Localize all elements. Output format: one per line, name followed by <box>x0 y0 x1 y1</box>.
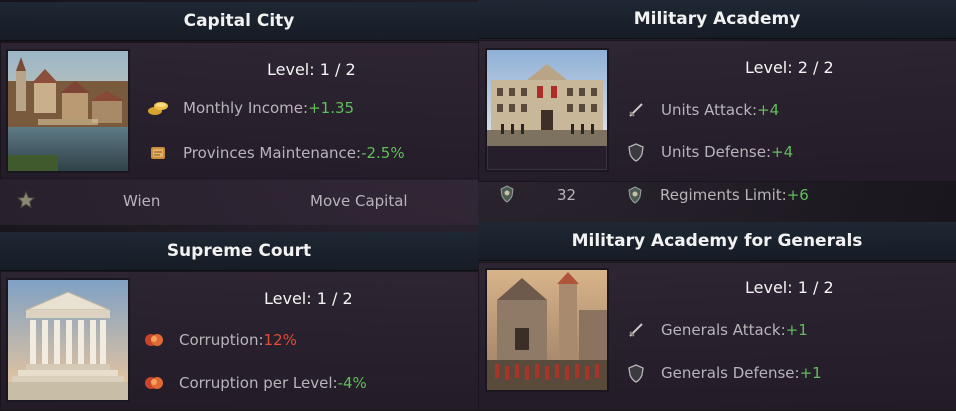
shield-icon <box>623 362 649 384</box>
capital-picture <box>6 49 130 173</box>
stat-value: +1 <box>785 321 808 339</box>
stat-label: Units Defense: <box>661 143 772 161</box>
capital-title: Capital City <box>183 11 295 31</box>
generals-title-bar: Military Academy for Generals <box>478 222 956 261</box>
academy-count: 32 <box>557 186 577 204</box>
stat-label: Monthly Income: <box>183 99 309 117</box>
generals-level: Level: 1 / 2 <box>745 278 834 297</box>
court-stat-corruption-per-level: Corruption per Level: -4% <box>141 372 367 394</box>
corruption-icon <box>141 372 167 394</box>
stat-value: 12% <box>263 331 297 349</box>
stat-label: Generals Attack: <box>661 321 786 339</box>
stat-value: +6 <box>786 186 809 204</box>
stat-label: Provinces Maintenance: <box>183 144 362 162</box>
academy-footer <box>478 134 614 180</box>
regiment-icon <box>622 184 648 206</box>
court-title: Supreme Court <box>166 241 312 261</box>
shield-icon <box>623 141 649 163</box>
stat-value: +4 <box>757 101 780 119</box>
court-card: Level: 1 / 2 Corruption: 12% Corruption … <box>0 271 480 411</box>
capital-level: Level: 1 / 2 <box>267 60 356 79</box>
capital-card: Level: 1 / 2 Monthly Income: +1.35 Provi… <box>0 42 480 180</box>
move-capital-button[interactable]: Move Capital <box>310 192 408 210</box>
stat-label: Units Attack: <box>661 101 758 119</box>
generals-card: Level: 1 / 2 Generals Attack: +1 General… <box>478 262 956 411</box>
corruption-icon <box>141 329 167 351</box>
academy-level: Level: 2 / 2 <box>745 58 834 77</box>
stat-label: Corruption: <box>179 331 264 349</box>
star-icon <box>16 190 36 214</box>
academy-title: Military Academy <box>633 9 801 29</box>
capital-title-bar: Capital City <box>0 2 478 41</box>
regiment-icon <box>499 185 515 207</box>
stat-label: Corruption per Level: <box>179 374 338 392</box>
generals-picture <box>485 268 609 392</box>
court-title-bar: Supreme Court <box>0 232 478 271</box>
sword-icon <box>623 99 649 121</box>
academy-title-bar: Military Academy <box>478 0 956 39</box>
capital-city-name[interactable]: Wien <box>123 192 160 210</box>
court-stat-corruption: Corruption: 12% <box>141 329 297 351</box>
capital-stat-income: Monthly Income: +1.35 <box>145 97 354 119</box>
generals-stat-defense: Generals Defense: +1 <box>623 362 822 384</box>
academy-stat-regiments: Regiments Limit: +6 <box>622 184 809 206</box>
sword-icon <box>623 319 649 341</box>
generals-stat-attack: Generals Attack: +1 <box>623 319 808 341</box>
stat-value: +1.35 <box>308 99 355 117</box>
court-picture <box>6 278 130 402</box>
scroll-icon <box>145 142 171 164</box>
coins-icon <box>145 97 171 119</box>
court-level: Level: 1 / 2 <box>264 289 353 308</box>
stat-value: -2.5% <box>361 144 405 162</box>
academy-stat-attack: Units Attack: +4 <box>623 99 779 121</box>
capital-stat-maintenance: Provinces Maintenance: -2.5% <box>145 142 405 164</box>
stat-label: Generals Defense: <box>661 364 800 382</box>
stat-value: +4 <box>771 143 794 161</box>
academy-stat-defense: Units Defense: +4 <box>623 141 793 163</box>
generals-title: Military Academy for Generals <box>571 231 863 251</box>
stat-value: -4% <box>337 374 367 392</box>
stat-value: +1 <box>799 364 822 382</box>
stat-label: Regiments Limit: <box>660 186 787 204</box>
